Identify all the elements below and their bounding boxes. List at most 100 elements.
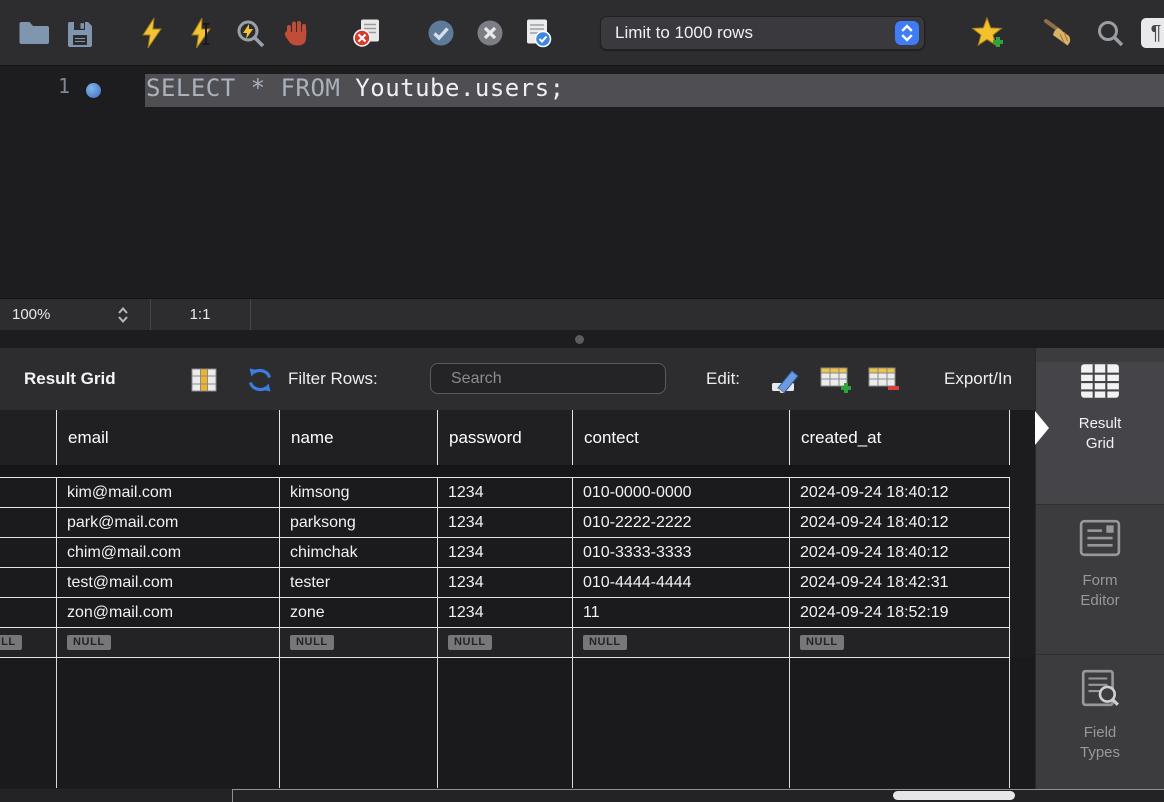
grid-cell[interactable]: park@mail.com	[57, 508, 280, 537]
save-icon	[68, 21, 92, 47]
grid-header-cell[interactable]: name	[280, 410, 438, 465]
grid-cell[interactable]	[0, 598, 57, 627]
toggle-columns-button[interactable]	[186, 363, 222, 397]
beautify-button[interactable]	[1042, 15, 1078, 51]
mysql-workbench-window: Limit to 1000 rows ¶ 1 SELECT * FROM You…	[0, 0, 1164, 802]
stop-button[interactable]	[279, 15, 315, 51]
find-button[interactable]	[1092, 15, 1128, 51]
panel-tab-form-editor[interactable]: Form Editor	[1036, 519, 1164, 654]
horizontal-scrollbar-thumb[interactable]	[893, 791, 1015, 800]
grid-cell[interactable]	[0, 538, 57, 567]
horizontal-scrollbar-track[interactable]	[232, 789, 1164, 790]
grid-header-cell[interactable]: email	[57, 410, 280, 465]
search-icon	[1098, 21, 1124, 47]
insert-row-button[interactable]	[818, 363, 854, 397]
zoom-stepper[interactable]	[116, 305, 130, 330]
limit-rows-label: Limit to 1000 rows	[615, 23, 753, 42]
sql-editor[interactable]: 1 SELECT * FROM Youtube.users;	[0, 66, 1164, 298]
grid-cell[interactable]: test@mail.com	[57, 568, 280, 597]
columns-icon	[191, 368, 217, 392]
panel-tab-result-grid[interactable]: Result Grid	[1036, 362, 1164, 504]
grid-cell[interactable]: 010-0000-0000	[573, 478, 790, 507]
grid-header-cell[interactable]	[0, 410, 57, 465]
grid-cell[interactable]: 2024-09-24 18:42:31	[790, 568, 1010, 597]
save-button[interactable]	[62, 15, 98, 51]
grid-cell[interactable]: 11	[573, 598, 790, 627]
grid-cell[interactable]: chim@mail.com	[57, 538, 280, 567]
grid-cell[interactable]: zon@mail.com	[57, 598, 280, 627]
grid-header: email name password contect created_at	[0, 410, 1010, 465]
explain-button[interactable]	[232, 15, 268, 51]
grid-cell[interactable]: kimsong	[280, 478, 438, 507]
grid-cell[interactable]: NULL	[57, 628, 280, 657]
panel-tab-field-types[interactable]: Field Types	[1036, 669, 1164, 802]
grid-cell[interactable]: 1234	[438, 508, 573, 537]
panel-tab-label: Field Types	[1079, 724, 1121, 761]
edit-record-button[interactable]	[768, 363, 804, 397]
grid-cell[interactable]: parksong	[280, 508, 438, 537]
open-file-button[interactable]	[16, 15, 52, 51]
grid-column-separator	[279, 658, 280, 788]
panel-expand-arrow-icon[interactable]	[1035, 411, 1049, 445]
grid-cell[interactable]: 010-3333-3333	[573, 538, 790, 567]
grid-cell[interactable]: NULL	[0, 628, 57, 657]
grid-cell[interactable]: NULL	[280, 628, 438, 657]
grid-body: kim@mail.com kimsong 1234 010-0000-0000 2024…	[0, 477, 1010, 658]
grid-header-cell[interactable]: password	[438, 410, 573, 465]
grid-cell[interactable]	[0, 508, 57, 537]
grid-header-cell[interactable]: contect	[573, 410, 790, 465]
delete-row-button[interactable]	[866, 363, 902, 397]
grid-cell[interactable]: 010-4444-4444	[573, 568, 790, 597]
grid-cell[interactable]: NULL	[573, 628, 790, 657]
grid-header-cell[interactable]: created_at	[790, 410, 1010, 465]
toggle-autocommit-button[interactable]	[519, 15, 555, 51]
grid-cell[interactable]: 2024-09-24 18:52:19	[790, 598, 1010, 627]
grid-row[interactable]: chim@mail.com chimchak 1234 010-3333-3333 20…	[0, 538, 1010, 568]
code-line[interactable]: SELECT * FROM Youtube.users;	[146, 74, 565, 107]
limit-rows-dropdown[interactable]: Limit to 1000 rows	[600, 16, 925, 50]
grid-column-separator	[56, 658, 57, 788]
stop-on-error-icon	[352, 19, 379, 47]
grid-cell[interactable]: NULL	[790, 628, 1010, 657]
panel-tab-label: Result Grid	[1078, 415, 1122, 452]
grid-row[interactable]: test@mail.com tester 1234 010-4444-4444 2024…	[0, 568, 1010, 598]
filter-search-box[interactable]	[430, 363, 666, 394]
export-import-label: Export/In	[944, 369, 1013, 388]
result-grid-icon	[1081, 364, 1119, 398]
pane-splitter[interactable]	[0, 330, 1164, 348]
execute-current-button[interactable]	[184, 15, 220, 51]
grid-cell[interactable]: 1234	[438, 478, 573, 507]
zoom-level: 100%	[12, 306, 51, 323]
grid-row[interactable]: park@mail.com parksong 1234 010-2222-2222 20…	[0, 508, 1010, 538]
grid-cell[interactable]: 1234	[438, 598, 573, 627]
toggle-stop-on-error-button[interactable]	[349, 15, 385, 51]
commit-button[interactable]	[423, 15, 459, 51]
refresh-button[interactable]	[242, 363, 278, 397]
search-input[interactable]	[449, 368, 660, 389]
editor-toolbar: Limit to 1000 rows ¶	[0, 0, 1164, 66]
grid-cell[interactable]: 010-2222-2222	[573, 508, 790, 537]
grid-cell[interactable]: 2024-09-24 18:40:12	[790, 508, 1010, 537]
grid-cell[interactable]: NULL	[438, 628, 573, 657]
grid-cell[interactable]	[0, 568, 57, 597]
grid-cell[interactable]: zone	[280, 598, 438, 627]
grid-cell[interactable]: 1234	[438, 538, 573, 567]
grid-cell[interactable]: 2024-09-24 18:40:12	[790, 478, 1010, 507]
grid-cell[interactable]: chimchak	[280, 538, 438, 567]
grid-cell[interactable]: tester	[280, 568, 438, 597]
grid-row[interactable]: zon@mail.com zone 1234 11 2024-09-24 18:52:1…	[0, 598, 1010, 628]
grid-cell[interactable]: kim@mail.com	[57, 478, 280, 507]
rollback-button[interactable]	[472, 15, 508, 51]
execute-button[interactable]	[134, 15, 170, 51]
splitter-handle-icon[interactable]	[575, 335, 584, 344]
grid-cell[interactable]: 2024-09-24 18:40:12	[790, 538, 1010, 567]
line-number: 1	[57, 74, 70, 98]
toggle-invisibles-button[interactable]: ¶	[1138, 15, 1164, 51]
grid-cell[interactable]: 1234	[438, 568, 573, 597]
grid-row[interactable]: kim@mail.com kimsong 1234 010-0000-0000 2024…	[0, 478, 1010, 508]
grid-new-row[interactable]: NULL NULL NULL NULL NULL NULL	[0, 628, 1010, 658]
save-snippet-button[interactable]	[970, 15, 1006, 51]
grid-cell[interactable]	[0, 478, 57, 507]
field-types-icon	[1081, 669, 1119, 707]
lightning-cursor-icon	[191, 17, 211, 49]
